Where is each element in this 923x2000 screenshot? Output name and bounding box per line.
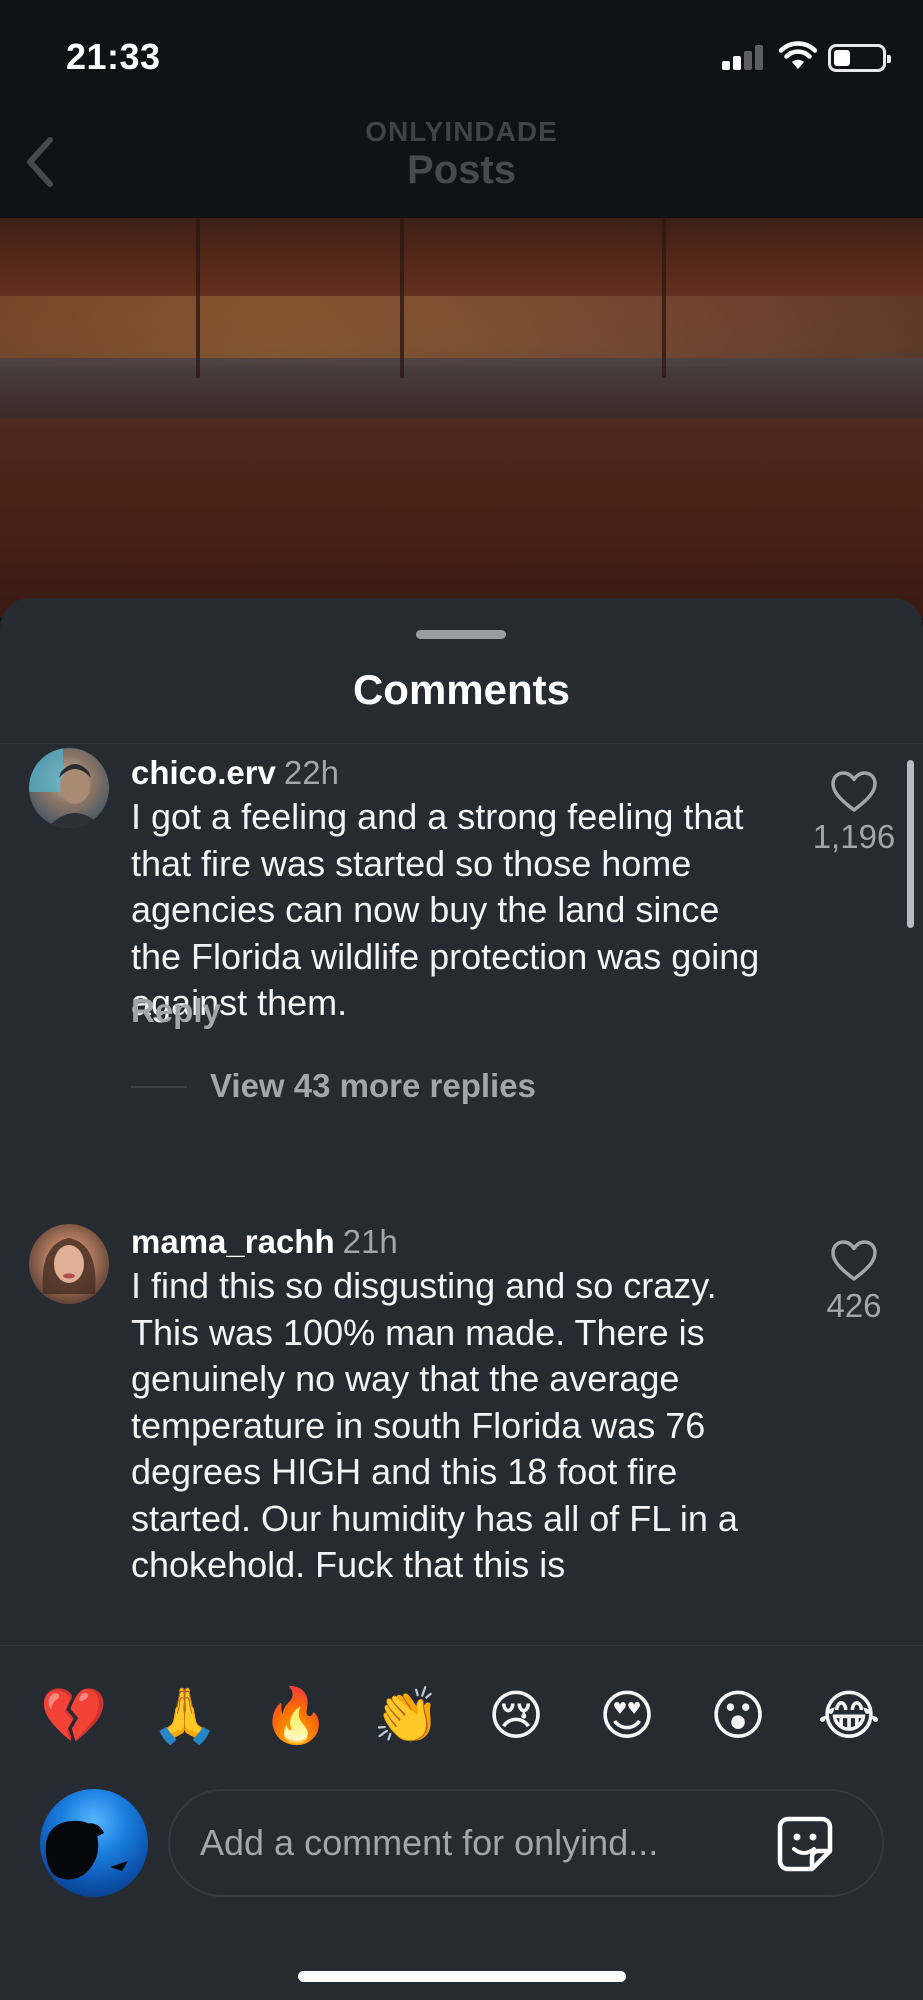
comment-time: 21h: [342, 1223, 398, 1260]
scrollbar[interactable]: [907, 760, 914, 928]
replies-divider: [131, 1086, 187, 1088]
emoji-bar: 💔 🙏 🔥 👏 😢 😍 😮 😂: [0, 1645, 923, 1785]
like-count: 426: [826, 1287, 882, 1324]
account-name: ONLYINDADE: [365, 116, 558, 147]
sheet-grabber[interactable]: [416, 630, 506, 639]
comment-text: I find this so disgusting and so crazy. …: [131, 1265, 738, 1585]
comment-composer: [0, 1785, 923, 2000]
reply-button[interactable]: Reply: [131, 992, 221, 1030]
battery-icon: [828, 44, 891, 72]
battery-level: [834, 50, 850, 66]
wifi-icon: [778, 41, 818, 69]
my-avatar: [40, 1789, 148, 1897]
nav-header: ONLYINDADE Posts: [0, 110, 923, 218]
sticker-icon[interactable]: [774, 1813, 836, 1875]
emoji-pray[interactable]: 🙏: [151, 1684, 218, 1748]
comment-input[interactable]: [200, 1811, 720, 1875]
comment-header: mama_rachh 21h: [131, 1223, 398, 1261]
like-count: 1,196: [812, 818, 896, 855]
comment-input-container[interactable]: [168, 1789, 884, 1897]
comment-time: 22h: [283, 754, 339, 791]
comments-list[interactable]: chico.erv 22h I got a feeling and a stron…: [0, 743, 923, 1643]
status-bar: 21:33: [0, 0, 923, 110]
home-indicator: [298, 1971, 626, 1982]
emoji-heart-eyes[interactable]: 😍: [595, 1684, 659, 1748]
comment-text: I got a feeling and a strong feeling tha…: [131, 796, 760, 1023]
emoji-laughing[interactable]: 😂: [817, 1684, 881, 1748]
avatar[interactable]: [29, 748, 109, 828]
screen: 21:33 ONLYINDADE Posts Comments chico.er…: [0, 0, 923, 2000]
emoji-clap[interactable]: 👏: [373, 1684, 440, 1748]
emoji-broken-heart[interactable]: 💔: [40, 1684, 107, 1748]
heart-icon[interactable]: [830, 1239, 878, 1283]
comment-username[interactable]: mama_rachh: [131, 1223, 335, 1260]
comment-header: chico.erv 22h: [131, 754, 339, 792]
view-replies-button[interactable]: View 43 more replies: [210, 1067, 536, 1105]
avatar[interactable]: [29, 1224, 109, 1304]
cellular-signal-icon: [722, 44, 766, 70]
comment-username[interactable]: chico.erv: [131, 754, 276, 791]
sheet-title: Comments: [352, 666, 571, 713]
post-image[interactable]: [0, 218, 923, 618]
page-title: Posts: [407, 148, 516, 192]
emoji-surprised[interactable]: 😮: [706, 1684, 770, 1748]
emoji-crying[interactable]: 😢: [484, 1684, 548, 1748]
status-time: 21:33: [66, 36, 161, 77]
heart-icon[interactable]: [830, 770, 878, 814]
emoji-fire[interactable]: 🔥: [262, 1684, 329, 1748]
